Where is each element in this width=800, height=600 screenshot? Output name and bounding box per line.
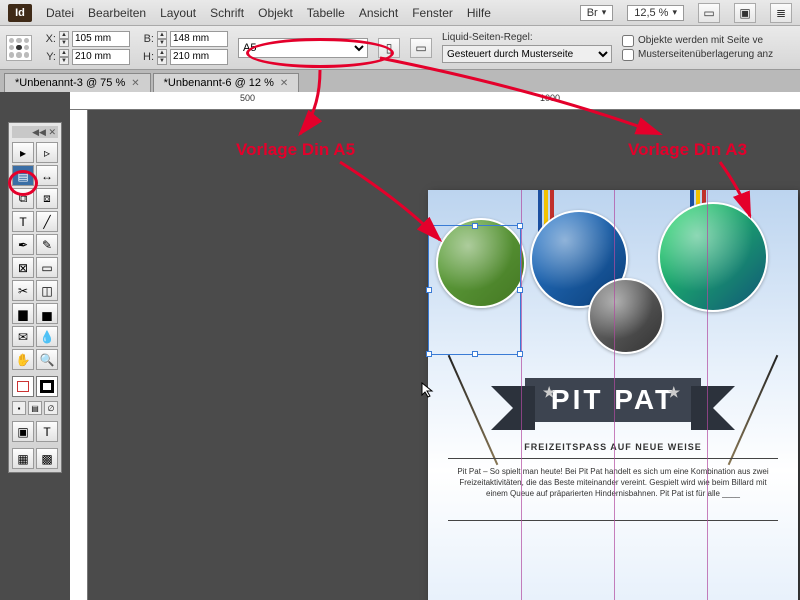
control-bar: X:▲▼ Y:▲▼ B:▲▼ H:▲▼ A5 ▯ ▭ Liquid-Seiten… xyxy=(0,26,800,70)
zoom-tool[interactable]: 🔍 xyxy=(36,349,58,370)
chk-objects-with-page[interactable] xyxy=(622,35,634,47)
content-collector-tool[interactable]: ⧉ xyxy=(12,188,34,209)
column-guide[interactable] xyxy=(614,190,615,600)
panel-collapse-icon[interactable]: ◀◀ ✕ xyxy=(12,126,58,138)
orientation-portrait-icon[interactable]: ▯ xyxy=(378,38,400,58)
apply-color-icon[interactable]: ▪ xyxy=(12,401,26,415)
fill-swatch[interactable] xyxy=(12,376,34,397)
formatting-container-icon[interactable]: ▣ xyxy=(12,421,34,442)
close-icon[interactable]: ✕ xyxy=(131,78,139,89)
apply-none-icon[interactable]: ∅ xyxy=(44,401,58,415)
menu-ansicht[interactable]: Ansicht xyxy=(359,6,398,20)
tab-unbenannt-6[interactable]: *Unbenannt-6 @ 12 %✕ xyxy=(153,73,300,92)
x-field[interactable] xyxy=(72,31,130,47)
chk-master-overlay[interactable] xyxy=(622,49,634,61)
bridge-button[interactable]: Br▾ xyxy=(580,5,614,21)
liquid-label: Liquid-Seiten-Regel: xyxy=(442,32,612,43)
free-transform-tool[interactable]: ◫ xyxy=(36,280,58,301)
page-a5-selection[interactable] xyxy=(428,225,521,355)
content-placer-tool[interactable]: ⧈ xyxy=(36,188,58,209)
flyer-subtitle: FREIZEITSPASS AUF NEUE WEISE xyxy=(428,442,798,452)
line-tool[interactable]: ╱ xyxy=(36,211,58,232)
menu-objekt[interactable]: Objekt xyxy=(258,6,293,20)
menu-fenster[interactable]: Fenster xyxy=(412,6,453,20)
h-field[interactable] xyxy=(170,49,228,65)
app-logo: Id xyxy=(8,4,32,22)
arrange-icon[interactable]: ≣ xyxy=(770,3,792,23)
page-tool[interactable]: ▤ xyxy=(12,165,34,186)
zoom-level[interactable]: 12,5 %▾ xyxy=(627,5,684,21)
eyedropper-tool[interactable]: 💧 xyxy=(36,326,58,347)
document-tabs: *Unbenannt-3 @ 75 %✕ *Unbenannt-6 @ 12 %… xyxy=(0,70,800,92)
view-mode-icon[interactable]: ▭ xyxy=(698,3,720,23)
chk-objects-label: Objekte werden mit Seite ve xyxy=(638,35,763,46)
tool-panel: ◀◀ ✕ ▸▹ ▤↔ ⧉⧈ T╱ ✒✎ ⊠▭ ✂◫ ▆▅ ✉💧 ✋🔍 ▪▤∅ ▣… xyxy=(8,122,62,473)
liquid-rule-dropdown[interactable]: Gesteuert durch Musterseite xyxy=(442,45,612,63)
y-field[interactable] xyxy=(72,49,130,65)
menubar: Id Datei Bearbeiten Layout Schrift Objek… xyxy=(0,0,800,26)
page-tool-cursor xyxy=(421,382,435,398)
flyer-photo-4 xyxy=(658,202,768,312)
ruler-vertical[interactable] xyxy=(70,110,88,600)
y-label: Y: xyxy=(42,51,56,63)
selection-tool[interactable]: ▸ xyxy=(12,142,34,163)
pencil-tool[interactable]: ✎ xyxy=(36,234,58,255)
menu-hilfe[interactable]: Hilfe xyxy=(467,6,491,20)
hand-tool[interactable]: ✋ xyxy=(12,349,34,370)
preview-view-icon[interactable]: ▩ xyxy=(36,448,58,469)
rectangle-frame-tool[interactable]: ⊠ xyxy=(12,257,34,278)
menu-schrift[interactable]: Schrift xyxy=(210,6,244,20)
w-field[interactable] xyxy=(170,31,228,47)
menu-tabelle[interactable]: Tabelle xyxy=(307,6,345,20)
gradient-swatch-tool[interactable]: ▆ xyxy=(12,303,34,324)
page-preset-dropdown[interactable]: A5 xyxy=(238,38,368,58)
flyer-body: Pit Pat – So spielt man heute! Bei Pit P… xyxy=(448,466,778,499)
apply-gradient-icon[interactable]: ▤ xyxy=(28,401,42,415)
chk-master-label: Musterseitenüberlagerung anz xyxy=(638,49,773,60)
x-label: X: xyxy=(42,33,56,45)
stroke-swatch[interactable] xyxy=(36,376,58,397)
formatting-text-icon[interactable]: T xyxy=(36,421,58,442)
column-guide[interactable] xyxy=(521,190,522,600)
direct-selection-tool[interactable]: ▹ xyxy=(36,142,58,163)
orientation-landscape-icon[interactable]: ▭ xyxy=(410,38,432,58)
menu-datei[interactable]: Datei xyxy=(46,6,74,20)
type-tool[interactable]: T xyxy=(12,211,34,232)
flyer-banner: ★PIT PAT★ xyxy=(438,370,788,430)
pen-tool[interactable]: ✒ xyxy=(12,234,34,255)
menu-layout[interactable]: Layout xyxy=(160,6,196,20)
menu-bearbeiten[interactable]: Bearbeiten xyxy=(88,6,146,20)
close-icon[interactable]: ✕ xyxy=(280,78,288,89)
h-label: H: xyxy=(140,51,154,63)
gap-tool[interactable]: ↔ xyxy=(36,165,58,186)
note-tool[interactable]: ✉ xyxy=(12,326,34,347)
tab-unbenannt-3[interactable]: *Unbenannt-3 @ 75 %✕ xyxy=(4,73,151,92)
screen-mode-icon[interactable]: ▣ xyxy=(734,3,756,23)
rectangle-tool[interactable]: ▭ xyxy=(36,257,58,278)
gradient-feather-tool[interactable]: ▅ xyxy=(36,303,58,324)
ruler-horizontal[interactable]: 500 1000 xyxy=(70,92,800,110)
scissors-tool[interactable]: ✂ xyxy=(12,280,34,301)
column-guide[interactable] xyxy=(707,190,708,600)
reference-point[interactable] xyxy=(6,35,32,61)
flyer-photo-3 xyxy=(588,278,664,354)
w-label: B: xyxy=(140,33,154,45)
document-canvas[interactable]: ★PIT PAT★ FREIZEITSPASS AUF NEUE WEISE P… xyxy=(88,110,800,600)
normal-view-icon[interactable]: ▦ xyxy=(12,448,34,469)
